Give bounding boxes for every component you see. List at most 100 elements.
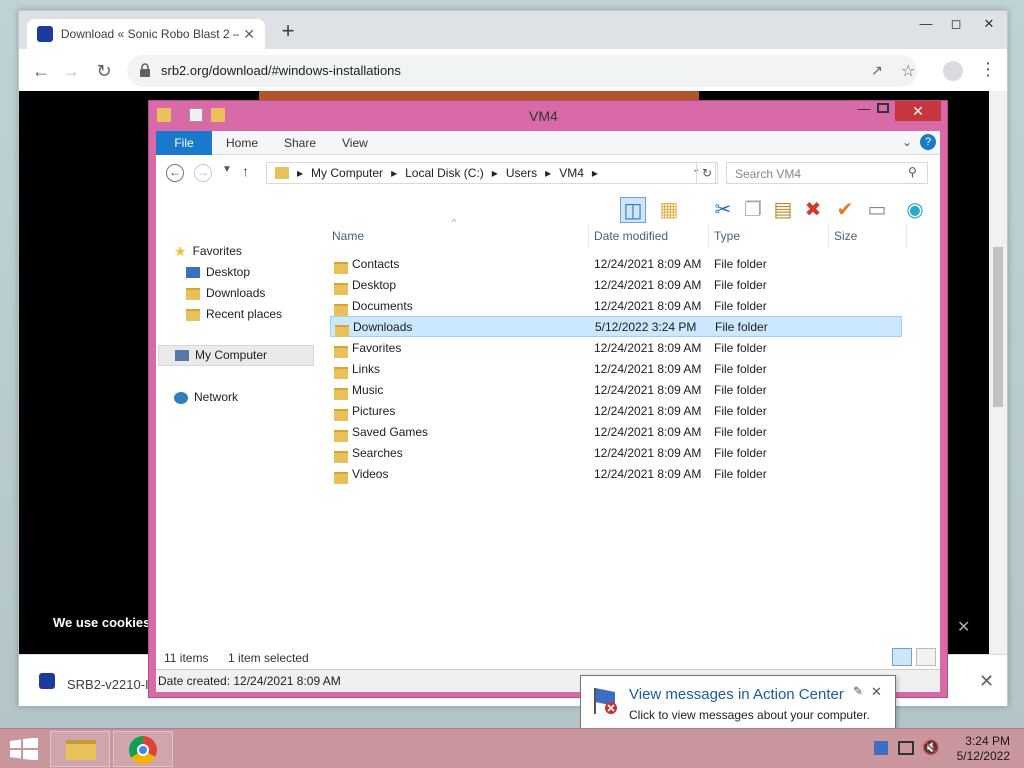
list-item[interactable]: Favorites 12/24/2021 8:09 AM File folder [330,337,902,358]
folder-icon [334,387,348,400]
large-icons-view-icon[interactable] [916,648,936,666]
item-type: File folder [714,466,767,481]
delete-icon[interactable]: ✖ [800,197,826,223]
action-center-balloon[interactable]: View messages in Action Center Click to … [580,675,896,731]
network-tray-icon[interactable] [898,741,914,755]
share-icon[interactable]: ↗ [871,62,883,79]
explorer-minimize-icon[interactable]: — [851,101,877,121]
list-item[interactable]: Pictures 12/24/2021 8:09 AM File folder [330,400,902,421]
list-item[interactable]: Music 12/24/2021 8:09 AM File folder [330,379,902,400]
nav-network[interactable]: Network [174,387,238,408]
cut-icon[interactable]: ✂ [710,197,736,223]
list-item[interactable]: Contacts 12/24/2021 8:09 AM File folder [330,253,902,274]
tab-share[interactable]: Share [284,136,316,150]
balloon-body: Click to view messages about your comput… [629,708,870,722]
up-icon[interactable]: ↑ [242,163,249,179]
site-favicon-icon [37,26,53,42]
preview-pane-icon[interactable]: ◫ [620,197,646,223]
list-item[interactable]: Saved Games 12/24/2021 8:09 AM File folder [330,421,902,442]
folder-options-icon[interactable]: ▦ [656,197,682,223]
download-shelf-close-icon[interactable]: ✕ [979,671,994,692]
column-size[interactable]: Size [834,229,857,243]
list-item[interactable]: Desktop 12/24/2021 8:09 AM File folder [330,274,902,295]
back-icon[interactable]: ← [166,164,184,182]
paste-icon[interactable]: ▤ [770,197,796,223]
profile-avatar-icon[interactable] [943,61,963,81]
tab-close-icon[interactable]: ✕ [243,26,255,43]
nav-desktop[interactable]: Desktop [186,262,250,283]
page-scrollbar[interactable] [989,91,1007,654]
explorer-titlebar[interactable]: VM4 — ✕ [149,101,947,131]
tab-file[interactable]: File [156,131,212,155]
list-item[interactable]: Documents 12/24/2021 8:09 AM File folder [330,295,902,316]
pin-icon[interactable]: ✎ [853,684,863,698]
tab-view[interactable]: View [342,136,368,150]
forward-icon[interactable]: → [61,61,81,81]
list-item[interactable]: Links 12/24/2021 8:09 AM File folder [330,358,902,379]
details-view-icon[interactable] [892,648,912,666]
nav-downloads[interactable]: Downloads [186,283,265,304]
help-icon[interactable]: ? [920,134,936,150]
close-icon[interactable]: ✕ [972,13,1006,35]
menu-dots-icon[interactable]: ⋮ [979,59,997,80]
search-input[interactable]: Search VM4 [726,162,928,184]
minimize-icon[interactable]: — [909,13,943,35]
ribbon-expand-icon[interactable]: ⌄ [902,135,912,149]
breadcrumb[interactable]: ▸ My Computer ▸ Local Disk (C:) ▸ Users … [266,162,716,184]
chrome-taskbar-button[interactable] [113,731,173,767]
action-center-tray-icon[interactable] [874,741,888,755]
list-item[interactable]: Videos 12/24/2021 8:09 AM File folder [330,463,902,484]
column-divider[interactable] [588,225,589,247]
column-divider[interactable] [708,225,709,247]
column-type[interactable]: Type [714,229,740,243]
column-divider[interactable] [906,225,907,247]
rename-icon[interactable]: ▭ [864,197,890,223]
column-name[interactable]: Name [332,229,364,243]
breadcrumb-my-computer[interactable]: My Computer [311,166,383,180]
scrollbar-thumb[interactable] [993,247,1003,407]
globe-icon[interactable]: ◉ [902,197,928,223]
maximize-icon[interactable]: ◻ [939,13,973,35]
forward-icon[interactable]: → [194,164,212,182]
breadcrumb-local-disk[interactable]: Local Disk (C:) [405,166,484,180]
date-created-text: Date created: 12/24/2021 8:09 AM [158,674,341,688]
download-item-name[interactable]: SRB2-v2210-In [67,677,156,692]
nav-my-computer[interactable]: My Computer [158,345,314,366]
breadcrumb-vm4[interactable]: VM4 [559,166,584,180]
bookmark-star-icon[interactable]: ☆ [901,61,915,81]
list-item[interactable]: Downloads 5/12/2022 3:24 PM File folder [330,316,902,337]
checkmark-icon[interactable]: ✔ [832,197,858,223]
column-divider[interactable] [828,225,829,247]
column-date-modified[interactable]: Date modified [594,229,668,243]
recent-locations-icon[interactable]: ▼ [222,164,232,175]
chrome-toolbar-area: Download « Sonic Robo Blast 2 – ✕ + — ◻ … [19,11,1007,102]
reload-icon[interactable]: ↻ [94,61,114,81]
item-date: 12/24/2021 8:09 AM [594,256,702,271]
item-name: Contacts [352,256,400,271]
file-explorer-taskbar-button[interactable] [50,731,110,767]
copy-icon[interactable]: ❐ [740,197,766,223]
folder-icon [334,303,348,316]
selection-count: 1 item selected [228,651,309,665]
cookie-close-icon[interactable]: ✕ [957,617,970,637]
start-button[interactable] [10,738,38,760]
refresh-icon[interactable]: ↻ [696,162,718,184]
volume-muted-icon[interactable]: 🔇 [922,739,939,756]
back-icon[interactable]: ← [31,61,51,81]
properties-icon[interactable] [189,108,203,122]
clock[interactable]: 3:24 PM 5/12/2022 [950,734,1010,764]
new-folder-icon[interactable] [211,108,225,122]
explorer-maximize-icon[interactable] [877,103,889,113]
nav-favorites[interactable]: ★ Favorites [174,241,242,262]
nav-recent-places[interactable]: Recent places [186,304,282,325]
list-item[interactable]: Searches 12/24/2021 8:09 AM File folder [330,442,902,463]
breadcrumb-users[interactable]: Users [506,166,537,180]
explorer-close-icon[interactable]: ✕ [895,101,941,121]
balloon-close-icon[interactable]: ✕ [871,684,882,700]
item-date: 12/24/2021 8:09 AM [594,445,702,460]
tab-home[interactable]: Home [226,136,258,150]
address-bar[interactable]: srb2.org/download/#windows-installations… [127,55,917,87]
browser-tab[interactable]: Download « Sonic Robo Blast 2 – ✕ [27,19,265,49]
new-tab-button[interactable]: + [277,20,299,43]
item-type: File folder [714,382,767,397]
